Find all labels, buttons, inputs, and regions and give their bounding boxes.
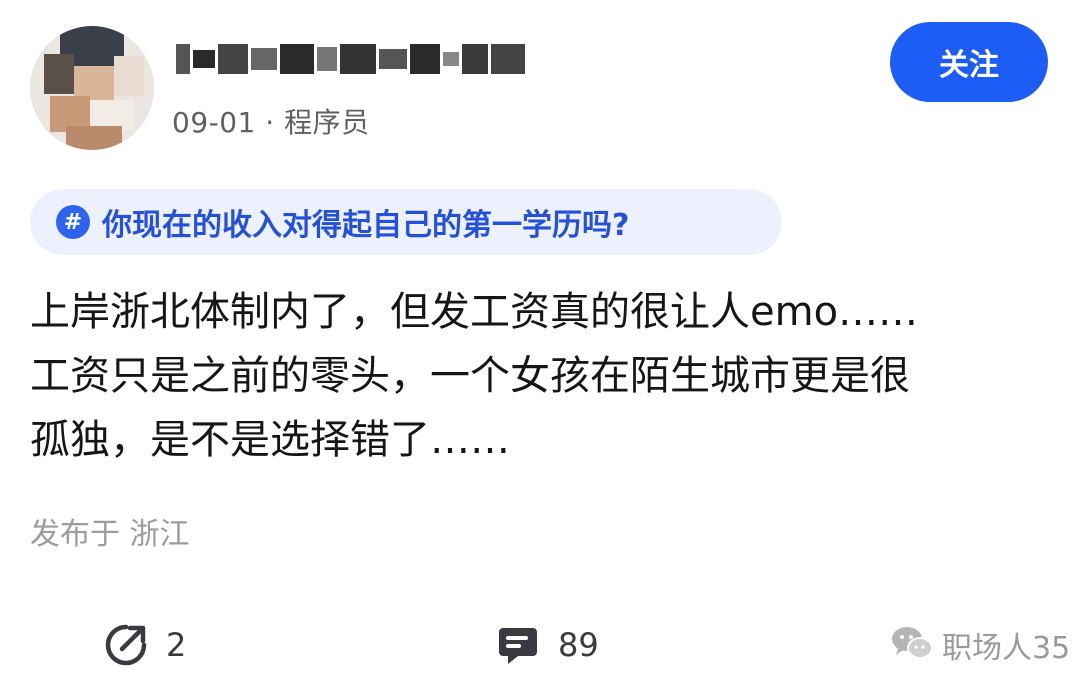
post-location: 发布于 浙江: [30, 517, 190, 552]
follow-button[interactable]: 关注: [890, 22, 1048, 102]
share-count: 2: [166, 626, 187, 664]
meta-separator: ·: [265, 106, 275, 139]
post-body: 上岸浙北体制内了，但发工资真的很让人emo…… 工资只是之前的零头，一个女孩在陌…: [30, 280, 1030, 472]
hashtag-icon: #: [56, 205, 90, 239]
share-action[interactable]: 2: [104, 618, 186, 672]
post-body-line: 工资只是之前的零头，一个女孩在陌生城市更是很: [30, 353, 910, 399]
watermark: 职场人35: [890, 622, 1070, 668]
wechat-icon: [890, 623, 934, 667]
topic-text: 你现在的收入对得起自己的第一学历吗?: [102, 208, 630, 243]
comment-bubble-icon: [496, 623, 540, 667]
post-date: 09-01: [172, 106, 256, 139]
post-meta: 09-01 · 程序员: [172, 101, 370, 141]
post-body-line: 孤独，是不是选择错了……: [30, 417, 510, 463]
share-arrow-icon: [104, 623, 148, 667]
author-role: 程序员: [284, 106, 370, 139]
comment-count: 89: [558, 626, 599, 664]
comment-action[interactable]: 89: [496, 618, 599, 672]
author-avatar[interactable]: [30, 26, 154, 150]
author-name-pixelated[interactable]: [176, 38, 528, 80]
post-body-line: 上岸浙北体制内了，但发工资真的很让人emo……: [30, 289, 919, 335]
topic-chip[interactable]: # 你现在的收入对得起自己的第一学历吗?: [30, 189, 782, 255]
watermark-text: 职场人35: [942, 631, 1071, 666]
